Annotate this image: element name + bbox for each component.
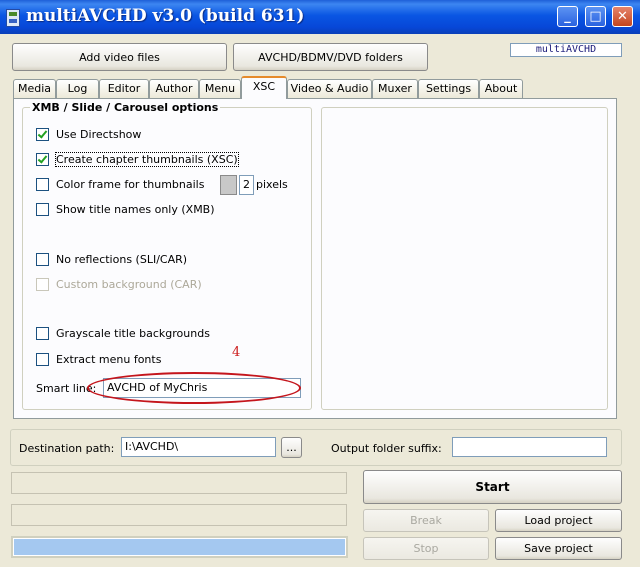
no-reflections-label: No reflections (SLI/CAR) — [56, 252, 188, 266]
extract-fonts-checkbox[interactable] — [36, 352, 49, 366]
app-icon[interactable] — [6, 9, 20, 27]
window-title: multiAVCHD v3.0 (build 631) — [26, 6, 305, 26]
tab-editor[interactable]: Editor — [99, 79, 149, 98]
no-reflections-checkbox[interactable] — [36, 252, 49, 266]
save-project-button[interactable]: Save project — [495, 537, 622, 560]
group-title: XMB / Slide / Carousel options — [30, 101, 221, 114]
app-logo: multiAVCHD — [510, 43, 622, 57]
smart-line-input[interactable]: AVCHD of MyChris — [103, 378, 301, 398]
chapter-thumbnails-label: Create chapter thumbnails (XSC) — [55, 151, 239, 167]
color-frame-option[interactable]: Color frame for thumbnails — [36, 177, 204, 191]
chapter-thumbnails-checkbox[interactable] — [36, 152, 49, 166]
start-button[interactable]: Start — [363, 470, 622, 504]
chapter-thumbnails-option[interactable]: Create chapter thumbnails (XSC) — [36, 151, 239, 167]
tab-log[interactable]: Log — [56, 79, 99, 98]
app-window: multiAVCHD v3.0 (build 631) _ □ ✕ Add vi… — [0, 0, 640, 567]
destination-path-input[interactable]: I:\AVCHD\ — [121, 437, 276, 457]
title-names-option[interactable]: Show title names only (XMB) — [36, 202, 215, 216]
load-project-button[interactable]: Load project — [495, 509, 622, 532]
extract-fonts-option[interactable]: Extract menu fonts — [36, 352, 161, 366]
stop-button[interactable]: Stop — [363, 537, 489, 560]
output-suffix-input[interactable] — [452, 437, 607, 457]
tab-author[interactable]: Author — [149, 79, 199, 98]
tab-xsc[interactable]: XSC — [241, 76, 287, 99]
smart-line-label: Smart line: — [36, 382, 97, 395]
minimize-button[interactable]: _ — [557, 6, 578, 27]
progress-fill — [14, 539, 345, 555]
status-field-1 — [11, 472, 347, 494]
grayscale-backgrounds-label: Grayscale title backgrounds — [56, 326, 210, 340]
destination-path-label: Destination path: — [19, 442, 115, 455]
no-reflections-option[interactable]: No reflections (SLI/CAR) — [36, 252, 187, 266]
custom-background-checkbox — [36, 277, 49, 291]
title-names-label: Show title names only (XMB) — [56, 202, 215, 216]
tab-menu[interactable]: Menu — [199, 79, 241, 98]
pixels-label: pixels — [256, 178, 288, 191]
frame-width-input[interactable]: 2 — [239, 175, 254, 195]
color-frame-checkbox[interactable] — [36, 177, 49, 191]
use-directshow-checkbox[interactable] — [36, 127, 49, 141]
use-directshow-label: Use Directshow — [56, 127, 142, 141]
grayscale-backgrounds-checkbox[interactable] — [36, 326, 49, 340]
grayscale-backgrounds-option[interactable]: Grayscale title backgrounds — [36, 326, 210, 340]
avchd-folders-button[interactable]: AVCHD/BDMV/DVD folders — [233, 43, 428, 71]
progress-bar — [11, 536, 348, 558]
tab-media[interactable]: Media — [13, 79, 56, 98]
tab-video-audio[interactable]: Video & Audio — [287, 79, 372, 98]
break-button[interactable]: Break — [363, 509, 489, 532]
custom-background-label: Custom background (CAR) — [56, 277, 202, 291]
status-field-2 — [11, 504, 347, 526]
use-directshow-option[interactable]: Use Directshow — [36, 127, 141, 141]
tab-muxer[interactable]: Muxer — [372, 79, 418, 98]
custom-background-option: Custom background (CAR) — [36, 277, 202, 291]
preview-group — [321, 107, 608, 410]
title-names-checkbox[interactable] — [36, 202, 49, 216]
tab-settings[interactable]: Settings — [418, 79, 479, 98]
maximize-button[interactable]: □ — [585, 6, 606, 27]
output-suffix-label: Output folder suffix: — [331, 442, 442, 455]
annotation-number: 4 — [232, 345, 241, 360]
color-frame-label: Color frame for thumbnails — [56, 177, 205, 191]
extract-fonts-label: Extract menu fonts — [56, 352, 162, 366]
title-bar[interactable]: multiAVCHD v3.0 (build 631) _ □ ✕ — [0, 0, 640, 34]
add-video-files-button[interactable]: Add video files — [12, 43, 227, 71]
tab-about[interactable]: About — [479, 79, 523, 98]
frame-color-swatch[interactable] — [220, 175, 237, 195]
close-button[interactable]: ✕ — [612, 6, 633, 27]
browse-button[interactable]: ... — [281, 437, 302, 458]
